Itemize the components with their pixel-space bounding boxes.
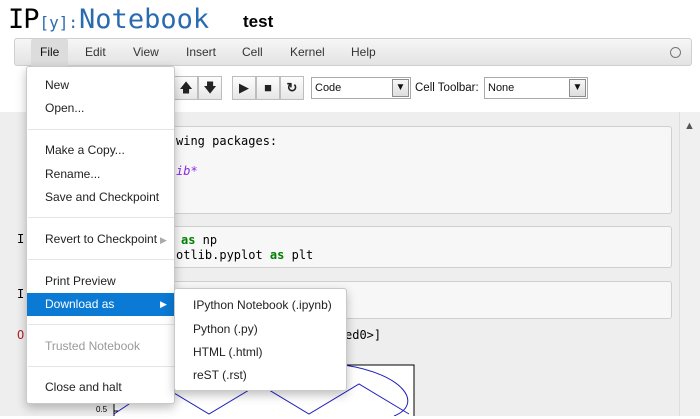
restart-kernel-button[interactable]: ↻ [280, 76, 304, 100]
interrupt-kernel-button[interactable]: ■ [256, 76, 280, 100]
keyword: as [269, 248, 285, 262]
menu-item-print-preview[interactable]: Print Preview [45, 274, 116, 288]
code-line: otlib.pyplot as plt [176, 248, 313, 262]
download-ipynb[interactable]: IPython Notebook (.ipynb) [193, 298, 332, 312]
chevron-right-icon: ▶ [160, 299, 167, 309]
notebook-name[interactable]: test [243, 12, 273, 32]
menu-divider [28, 129, 174, 130]
menu-item-trusted-notebook: Trusted Notebook [45, 339, 140, 353]
menu-divider [28, 259, 174, 260]
menu-item-save-checkpoint[interactable]: Save and Checkpoint [45, 190, 159, 204]
ipython-logo[interactable]: IP [y]: Notebook [8, 4, 209, 38]
markdown-cell[interactable]: wing packages: ib* [150, 126, 672, 214]
menu-item-revert-checkpoint[interactable]: Revert to Checkpoint [45, 232, 157, 246]
menu-divider [28, 324, 174, 325]
menubar: File Edit View Insert Cell Kernel Help [14, 38, 692, 66]
menu-view[interactable]: View [133, 45, 159, 59]
code-text: plt [284, 248, 314, 262]
header: IP [y]: Notebook test [0, 0, 700, 38]
restart-icon: ↻ [286, 80, 298, 95]
menu-kernel[interactable]: Kernel [290, 45, 325, 59]
chevron-right-icon: ▶ [160, 235, 167, 245]
file-menu: New Open... Make a Copy... Rename... Sav… [26, 66, 175, 404]
output-prompt: O [17, 328, 25, 342]
logo-notebook: Notebook [79, 4, 210, 35]
menu-item-open[interactable]: Open... [45, 101, 84, 115]
kernel-status-icon [670, 47, 681, 58]
cell-type-value: Code [315, 82, 342, 94]
move-cell-down-button[interactable]: 🡇 [198, 76, 222, 100]
arrow-up-icon: 🡅 [179, 80, 193, 95]
logo-ip: IP [8, 4, 40, 35]
logo-y: [y]: [39, 13, 79, 32]
markdown-line: ib* [176, 164, 198, 178]
menu-file[interactable]: File [31, 39, 69, 66]
y-tick-label: 0.5 [96, 405, 108, 414]
stop-icon: ■ [264, 80, 272, 95]
menu-edit[interactable]: Edit [85, 45, 106, 59]
play-icon: ▶ [239, 80, 249, 95]
input-prompt: I [17, 232, 25, 246]
menu-help[interactable]: Help [351, 45, 376, 59]
keyword: as [181, 233, 196, 247]
menu-item-new[interactable]: New [45, 78, 69, 92]
menu-item-download-as[interactable]: Download as ▶ [27, 293, 174, 316]
menu-cell[interactable]: Cell [242, 45, 263, 59]
move-cell-up-button[interactable]: 🡅 [174, 76, 198, 100]
menu-item-close-halt[interactable]: Close and halt [45, 380, 122, 394]
cell-type-select[interactable]: Code ▼ [311, 77, 411, 99]
menu-item-make-copy[interactable]: Make a Copy... [45, 143, 125, 157]
download-html[interactable]: HTML (.html) [193, 345, 263, 359]
code-cell[interactable]: as np otlib.pyplot as plt [150, 226, 672, 268]
input-prompt: I [17, 287, 25, 301]
run-cell-button[interactable]: ▶ [232, 76, 256, 100]
menu-item-rename[interactable]: Rename... [45, 167, 100, 181]
code-line: as np [181, 233, 217, 247]
download-py[interactable]: Python (.py) [193, 322, 258, 336]
cell-toolbar-value: None [488, 82, 515, 94]
output-text: ed0>] [345, 328, 382, 342]
scroll-up-icon[interactable]: ▲ [684, 120, 695, 132]
menu-item-label: Download as [45, 297, 115, 311]
menu-insert[interactable]: Insert [186, 45, 216, 59]
code-text: np [195, 233, 218, 247]
menu-divider [28, 366, 174, 367]
arrow-down-icon: 🡇 [203, 80, 217, 95]
code-text: otlib.pyplot [176, 248, 270, 262]
scrollbar[interactable]: ▲ [679, 112, 700, 416]
menu-divider [28, 217, 174, 218]
cell-toolbar-label: Cell Toolbar: [415, 82, 479, 94]
chevron-down-icon: ▼ [392, 79, 409, 97]
markdown-line: wing packages: [176, 134, 278, 148]
download-rst[interactable]: reST (.rst) [193, 368, 247, 382]
chevron-down-icon: ▼ [569, 79, 586, 97]
download-submenu: IPython Notebook (.ipynb) Python (.py) H… [174, 288, 347, 391]
cell-toolbar-select[interactable]: None ▼ [484, 77, 588, 99]
